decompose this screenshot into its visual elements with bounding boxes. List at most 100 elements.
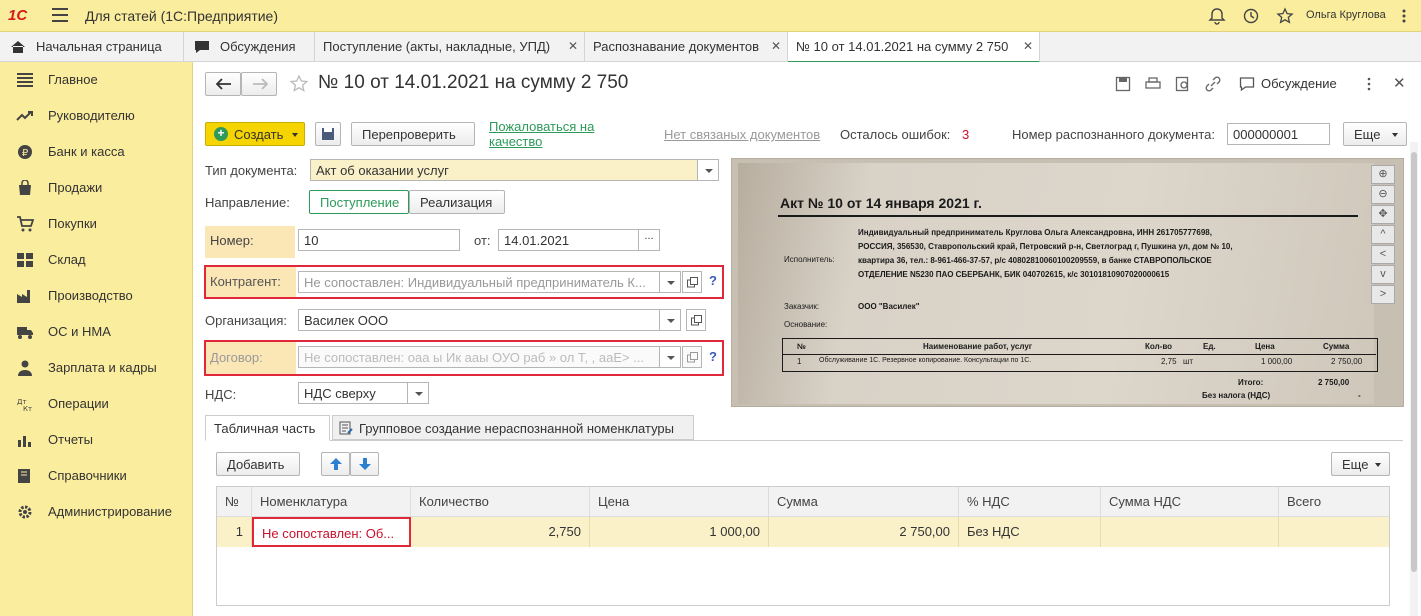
cell-number[interactable]: 1: [217, 517, 252, 547]
open-contract-button[interactable]: [682, 346, 702, 368]
move-down-button[interactable]: [350, 452, 379, 476]
print-icon[interactable]: [1145, 76, 1161, 92]
preview-icon[interactable]: [1175, 76, 1191, 92]
main-menu-icon[interactable]: [52, 8, 68, 22]
favorite-star-icon[interactable]: [289, 74, 309, 94]
scroll-down-button[interactable]: v: [1371, 265, 1395, 284]
discussion-button[interactable]: Обсуждение: [1261, 76, 1337, 91]
col-header-vat-rate[interactable]: % НДС: [959, 487, 1101, 517]
col-header-price[interactable]: Цена: [590, 487, 769, 517]
col-header-sum[interactable]: Сумма: [769, 487, 959, 517]
open-organization-button[interactable]: [686, 309, 706, 331]
sidebar-item-salary[interactable]: Зарплата и кадры: [0, 350, 193, 386]
scroll-right-button[interactable]: >: [1371, 285, 1395, 304]
close-form-icon[interactable]: ✕: [1393, 74, 1406, 92]
scroll-left-button[interactable]: <: [1371, 245, 1395, 264]
dropdown-icon[interactable]: [659, 310, 680, 330]
history-icon[interactable]: [1242, 7, 1260, 25]
col-header-qty[interactable]: Количество: [411, 487, 590, 517]
date-field[interactable]: 14.01.2021...: [498, 229, 660, 251]
close-icon[interactable]: ✕: [771, 39, 781, 53]
tab-home[interactable]: Начальная страница: [0, 32, 184, 62]
more-button[interactable]: Еще: [1343, 122, 1407, 146]
sidebar-item-manager[interactable]: Руководителю: [0, 98, 193, 134]
sidebar-item-production[interactable]: Производство: [0, 278, 193, 314]
dropdown-icon[interactable]: [407, 383, 428, 403]
create-button[interactable]: + Создать: [205, 122, 305, 146]
linked-documents-link[interactable]: Нет связаных документов: [664, 127, 820, 142]
scrollbar-thumb[interactable]: [1411, 152, 1417, 572]
sidebar-item-sales[interactable]: Продажи: [0, 170, 193, 206]
cell-total[interactable]: [1279, 517, 1389, 547]
number-field[interactable]: 10: [298, 229, 460, 251]
sidebar-item-purchases[interactable]: Покупки: [0, 206, 193, 242]
title-bar: 1С Для статей (1С:Предприятие) Ольга Кру…: [0, 0, 1421, 32]
star-icon[interactable]: [1276, 7, 1294, 25]
vat-select[interactable]: НДС сверху: [298, 382, 429, 404]
direction-incoming-button[interactable]: Поступление: [309, 190, 409, 214]
recognized-number-field[interactable]: 000000001: [1227, 123, 1330, 145]
calendar-button[interactable]: ...: [638, 230, 659, 250]
complain-link[interactable]: Пожаловаться на качество: [489, 119, 594, 149]
discussion-icon[interactable]: [1239, 76, 1255, 92]
zoom-out-button[interactable]: ⊖: [1371, 185, 1395, 204]
dropdown-icon[interactable]: [659, 347, 680, 367]
recheck-button[interactable]: Перепроверить: [351, 122, 475, 146]
close-icon[interactable]: ✕: [1023, 39, 1033, 53]
cell-item[interactable]: Не сопоставлен: Об...: [252, 517, 411, 547]
sidebar-item-warehouse[interactable]: Склад: [0, 242, 193, 278]
forward-button[interactable]: [241, 72, 277, 96]
sidebar-item-operations[interactable]: Дт Кт Операции: [0, 386, 193, 422]
form-scrollbar[interactable]: [1410, 142, 1418, 616]
cell-vat-sum[interactable]: [1101, 517, 1279, 547]
sidebar-item-reports[interactable]: Отчеты: [0, 422, 193, 458]
tab-receipts[interactable]: Поступление (акты, накладные, УПД) ✕: [315, 32, 585, 62]
sidebar-item-admin[interactable]: Администрирование: [0, 494, 193, 530]
more-vertical-icon[interactable]: [1361, 76, 1377, 92]
fit-button[interactable]: ✥: [1371, 205, 1395, 224]
open-counterparty-button[interactable]: [682, 271, 702, 293]
table-more-button[interactable]: Еще: [1331, 452, 1390, 476]
link-icon[interactable]: [1205, 76, 1221, 92]
sidebar-item-main[interactable]: Главное: [0, 62, 193, 98]
save-button[interactable]: [315, 122, 341, 146]
organization-field[interactable]: Василек ООО: [298, 309, 681, 331]
zoom-in-button[interactable]: ⊕: [1371, 165, 1395, 184]
window-menu-icon[interactable]: [1395, 7, 1413, 25]
direction-outgoing-button[interactable]: Реализация: [409, 190, 505, 214]
scroll-up-button[interactable]: ^: [1371, 225, 1395, 244]
counterparty-field[interactable]: Не сопоставлен: Индивидуальный предприни…: [298, 271, 681, 293]
dropdown-icon[interactable]: [697, 160, 718, 180]
sidebar-item-catalogs[interactable]: Справочники: [0, 458, 193, 494]
add-row-button[interactable]: Добавить: [216, 452, 300, 476]
col-header-total[interactable]: Всего: [1279, 487, 1389, 517]
cell-price[interactable]: 1 000,00: [590, 517, 769, 547]
sidebar-item-fixed-assets[interactable]: ОС и НМА: [0, 314, 193, 350]
col-header-number[interactable]: №: [217, 487, 252, 517]
sidebar-item-bank[interactable]: ₽ Банк и касса: [0, 134, 193, 170]
dropdown-icon[interactable]: [659, 272, 680, 292]
col-header-vat-sum[interactable]: Сумма НДС: [1101, 487, 1279, 517]
tab-recognition[interactable]: Распознавание документов ✕: [585, 32, 788, 62]
close-icon[interactable]: ✕: [568, 39, 578, 53]
move-up-button[interactable]: [321, 452, 350, 476]
col-header-item[interactable]: Номенклатура: [252, 487, 411, 517]
save-icon[interactable]: [1115, 76, 1131, 92]
open-windows-tabs: Начальная страница Обсуждения Поступлени…: [0, 32, 1421, 63]
doc-type-select[interactable]: Акт об оказании услуг: [310, 159, 719, 181]
help-icon[interactable]: ?: [709, 349, 717, 364]
cell-qty[interactable]: 2,750: [411, 517, 590, 547]
user-name[interactable]: Ольга Круглова: [1306, 9, 1386, 21]
scanned-document-preview[interactable]: Акт № 10 от 14 января 2021 г. Индивидуал…: [731, 158, 1404, 407]
cell-vat-rate[interactable]: Без НДС: [959, 517, 1101, 547]
tab-current-document[interactable]: № 10 от 14.01.2021 на сумму 2 750 ✕: [788, 32, 1040, 63]
back-button[interactable]: [205, 72, 241, 96]
cell-sum[interactable]: 2 750,00: [769, 517, 959, 547]
tab-table-part[interactable]: Табличная часть: [205, 415, 330, 441]
contract-field[interactable]: Не сопоставлен: оаа ы Ик ааы ОУО раб » о…: [298, 346, 681, 368]
help-icon[interactable]: ?: [709, 273, 717, 288]
scan-col: Ед.: [1203, 342, 1216, 351]
tab-group-create[interactable]: Групповое создание нераспознанной номенк…: [332, 415, 694, 440]
tab-discussions[interactable]: Обсуждения: [184, 32, 315, 62]
bell-icon[interactable]: [1208, 7, 1226, 25]
